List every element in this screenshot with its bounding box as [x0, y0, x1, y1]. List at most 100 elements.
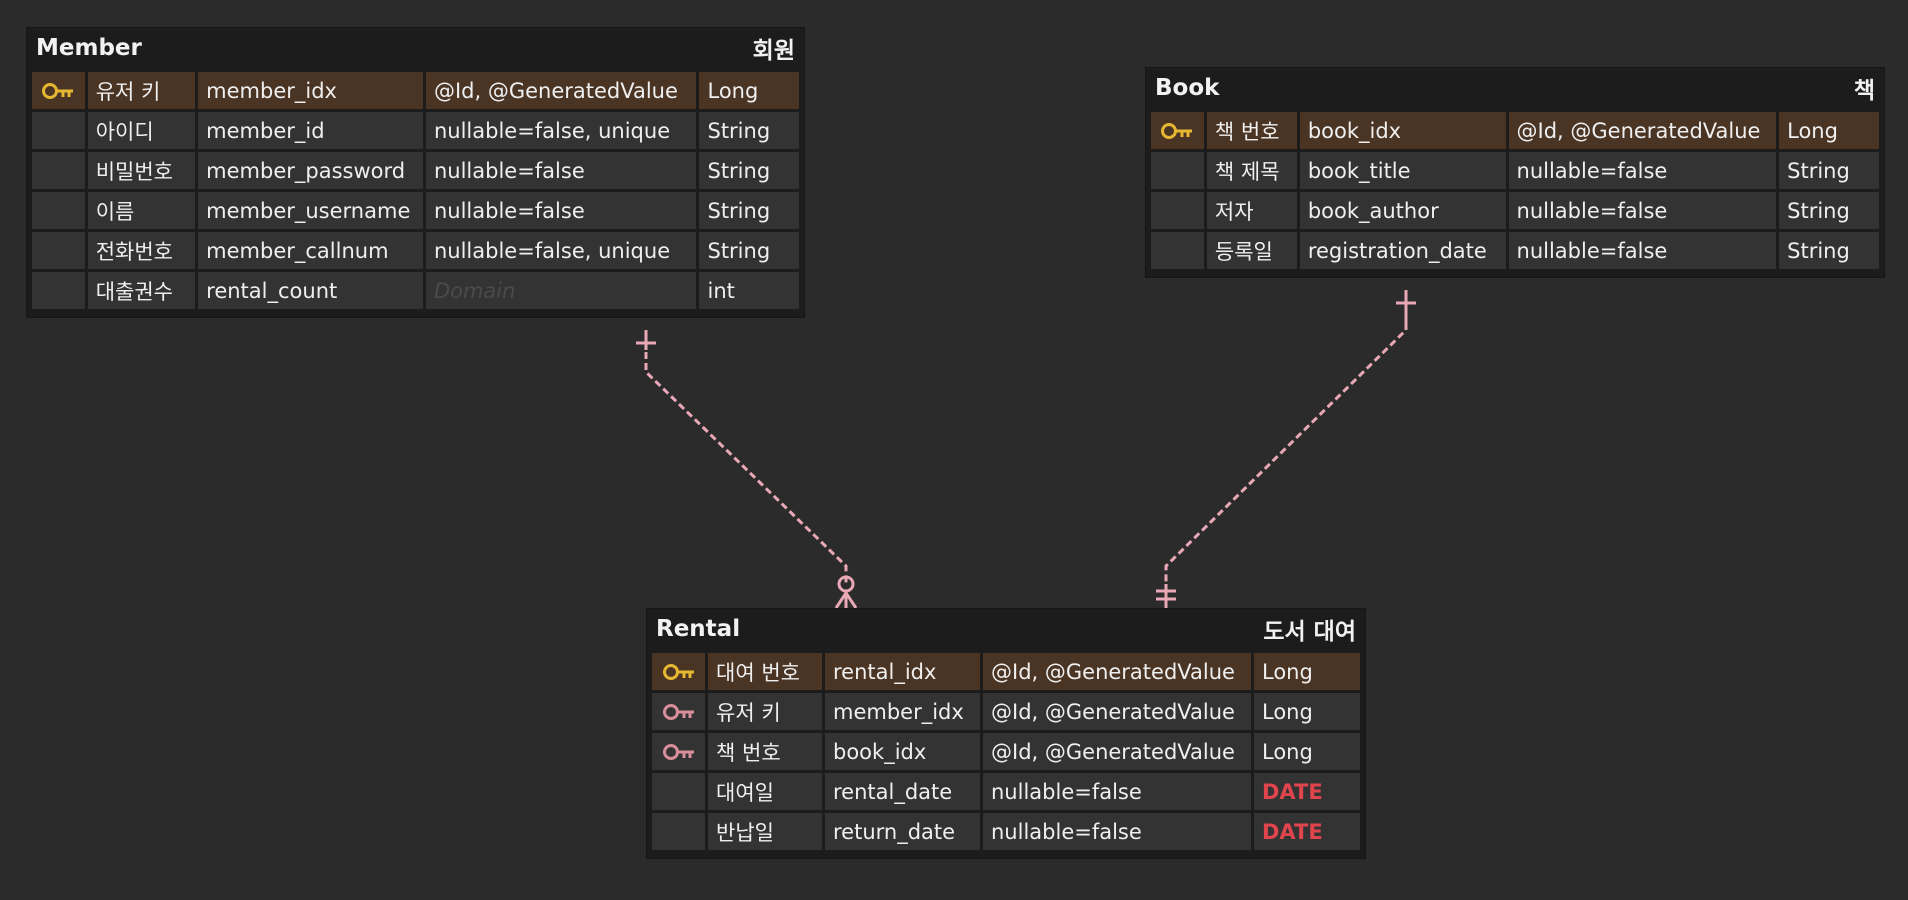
primary-key-icon	[662, 661, 696, 683]
column-logical-name[interactable]: 책 번호	[708, 733, 822, 770]
entity-header[interactable]: Book 책	[1146, 68, 1884, 108]
column-type[interactable]: String	[699, 112, 799, 149]
column-type[interactable]: Long	[699, 72, 799, 109]
column-row[interactable]: 비밀번호 member_password nullable=false String	[32, 152, 799, 192]
column-physical-name[interactable]: book_author	[1299, 192, 1506, 229]
key-cell	[32, 112, 85, 149]
column-logical-name[interactable]: 대여일	[708, 773, 822, 810]
column-logical-name[interactable]: 비밀번호	[87, 152, 196, 189]
column-physical-name[interactable]: member_callnum	[198, 232, 423, 269]
column-options[interactable]: @Id, @GeneratedValue	[983, 733, 1251, 770]
column-options[interactable]: nullable=false	[1508, 232, 1777, 269]
column-row[interactable]: 이름 member_username nullable=false String	[32, 192, 799, 232]
column-physical-name[interactable]: book_idx	[825, 733, 980, 770]
column-logical-name[interactable]: 전화번호	[87, 232, 196, 269]
column-type[interactable]: String	[1779, 152, 1879, 189]
column-type[interactable]: DATE	[1254, 773, 1360, 810]
column-type[interactable]: Long	[1779, 112, 1879, 149]
entity-book[interactable]: Book 책 책 번호 book_idx @Id, @GeneratedValue L…	[1146, 68, 1884, 277]
column-options[interactable]: nullable=false	[1508, 192, 1777, 229]
column-type[interactable]: String	[1779, 232, 1879, 269]
column-row[interactable]: 책 번호 book_idx @Id, @GeneratedValue Long	[652, 733, 1360, 773]
column-row[interactable]: 전화번호 member_callnum nullable=false, unique…	[32, 232, 799, 272]
column-logical-name[interactable]: 등록일	[1206, 232, 1297, 269]
column-row[interactable]: 책 번호 book_idx @Id, @GeneratedValue Long	[1151, 112, 1879, 152]
entity-logical-name: 책	[1853, 78, 1875, 104]
column-options[interactable]: nullable=false, unique	[425, 112, 697, 149]
column-options[interactable]: @Id, @GeneratedValue	[983, 653, 1251, 690]
column-row[interactable]: 유저 키 member_idx @Id, @GeneratedValue Long	[32, 72, 799, 112]
column-row[interactable]: 대여 번호 rental_idx @Id, @GeneratedValue Long	[652, 653, 1360, 693]
column-options[interactable]: nullable=false	[425, 152, 697, 189]
column-logical-name[interactable]: 책 번호	[1206, 112, 1297, 149]
key-cell	[32, 152, 85, 189]
column-options[interactable]: Domain	[425, 272, 697, 309]
column-logical-name[interactable]: 대출권수	[87, 272, 196, 309]
column-type[interactable]: String	[699, 232, 799, 269]
entity-name: Rental	[656, 616, 741, 642]
column-options[interactable]: nullable=false, unique	[425, 232, 697, 269]
entity-header[interactable]: Rental 도서 대여	[647, 609, 1365, 649]
column-row[interactable]: 대여일 rental_date nullable=false DATE	[652, 773, 1360, 813]
column-row[interactable]: 대출권수 rental_count Domain int	[32, 272, 799, 312]
column-row[interactable]: 책 제목 book_title nullable=false String	[1151, 152, 1879, 192]
column-physical-name[interactable]: rental_date	[825, 773, 980, 810]
foreign-key-icon	[662, 741, 696, 763]
entity-name: Member	[36, 35, 142, 61]
column-row[interactable]: 반납일 return_date nullable=false DATE	[652, 813, 1360, 853]
column-row[interactable]: 저자 book_author nullable=false String	[1151, 192, 1879, 232]
column-logical-name[interactable]: 이름	[87, 192, 196, 229]
entity-rental[interactable]: Rental 도서 대여 대여 번호 rental_idx @Id, @Genera…	[647, 609, 1365, 858]
column-options[interactable]: nullable=false	[983, 813, 1251, 850]
column-type[interactable]: String	[699, 152, 799, 189]
key-cell	[32, 192, 85, 229]
column-type[interactable]: int	[699, 272, 799, 309]
column-options[interactable]: nullable=false	[983, 773, 1251, 810]
column-physical-name[interactable]: member_idx	[825, 693, 980, 730]
key-cell	[652, 813, 705, 850]
column-physical-name[interactable]: member_username	[198, 192, 423, 229]
column-physical-name[interactable]: member_idx	[198, 72, 423, 109]
column-options[interactable]: nullable=false	[425, 192, 697, 229]
key-cell	[1151, 232, 1204, 269]
key-cell	[32, 72, 85, 109]
column-options[interactable]: nullable=false	[1508, 152, 1777, 189]
entity-logical-name: 도서 대여	[1263, 619, 1356, 645]
column-logical-name[interactable]: 저자	[1206, 192, 1297, 229]
column-physical-name[interactable]: return_date	[825, 813, 980, 850]
column-physical-name[interactable]: registration_date	[1299, 232, 1506, 269]
column-logical-name[interactable]: 아이디	[87, 112, 196, 149]
column-type[interactable]: Long	[1254, 733, 1360, 770]
column-options[interactable]: @Id, @GeneratedValue	[983, 693, 1251, 730]
column-logical-name[interactable]: 반납일	[708, 813, 822, 850]
column-physical-name[interactable]: member_id	[198, 112, 423, 149]
entity-member[interactable]: Member 회원 유저 키 member_idx @Id, @GeneratedV…	[27, 28, 804, 317]
column-logical-name[interactable]: 유저 키	[708, 693, 822, 730]
column-type[interactable]: Long	[1254, 653, 1360, 690]
column-physical-name[interactable]: book_idx	[1299, 112, 1506, 149]
column-list: 대여 번호 rental_idx @Id, @GeneratedValue Long 유…	[647, 649, 1365, 858]
column-row[interactable]: 유저 키 member_idx @Id, @GeneratedValue Long	[652, 693, 1360, 733]
column-physical-name[interactable]: rental_idx	[825, 653, 980, 690]
column-logical-name[interactable]: 대여 번호	[708, 653, 822, 690]
relationship-member-rental[interactable]	[636, 330, 858, 609]
column-physical-name[interactable]: rental_count	[198, 272, 423, 309]
column-logical-name[interactable]: 유저 키	[87, 72, 196, 109]
column-options[interactable]: @Id, @GeneratedValue	[1508, 112, 1777, 149]
column-logical-name[interactable]: 책 제목	[1206, 152, 1297, 189]
column-options[interactable]: @Id, @GeneratedValue	[425, 72, 697, 109]
column-type[interactable]: String	[1779, 192, 1879, 229]
column-type[interactable]: String	[699, 192, 799, 229]
column-row[interactable]: 등록일 registration_date nullable=false String	[1151, 232, 1879, 272]
column-type[interactable]: Long	[1254, 693, 1360, 730]
column-type[interactable]: DATE	[1254, 813, 1360, 850]
relationship-book-rental[interactable]	[1156, 290, 1416, 608]
key-cell	[652, 773, 705, 810]
entity-header[interactable]: Member 회원	[27, 28, 804, 68]
key-cell	[1151, 112, 1204, 149]
column-physical-name[interactable]: member_password	[198, 152, 423, 189]
key-cell	[1151, 192, 1204, 229]
key-cell	[32, 272, 85, 309]
column-physical-name[interactable]: book_title	[1299, 152, 1506, 189]
column-row[interactable]: 아이디 member_id nullable=false, unique String	[32, 112, 799, 152]
